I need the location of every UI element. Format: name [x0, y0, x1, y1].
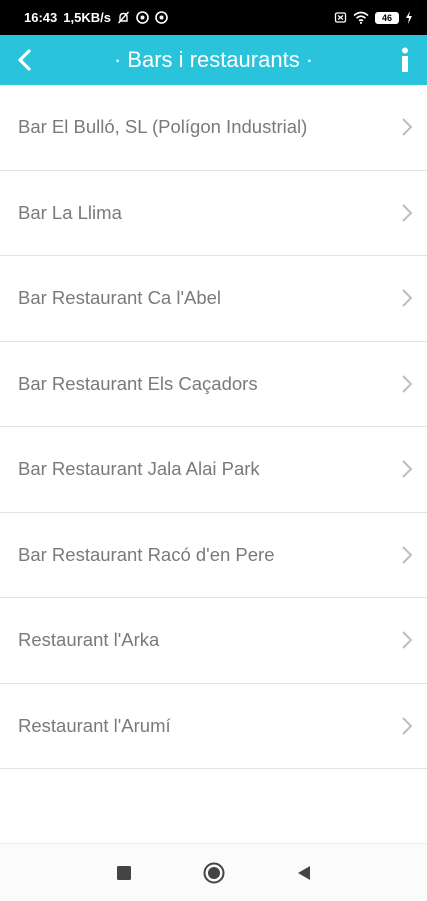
battery-icon: 46 — [375, 11, 399, 24]
notification-app-icon-2 — [155, 11, 168, 24]
restaurant-list: Bar El Bulló, SL (Polígon Industrial) Ba… — [0, 85, 427, 769]
system-nav-bar — [0, 843, 427, 901]
chevron-right-icon — [401, 545, 415, 565]
list-item[interactable]: Bar Restaurant Els Caçadors — [0, 342, 427, 427]
chevron-right-icon — [401, 203, 415, 223]
chevron-right-icon — [401, 374, 415, 394]
square-icon — [116, 865, 131, 880]
back-button[interactable] — [6, 35, 42, 85]
list-item-label: Bar Restaurant Racó d'en Pere — [18, 543, 275, 565]
list-item[interactable]: Bar Restaurant Ca l'Abel — [0, 256, 427, 342]
list-item[interactable]: Restaurant l'Arumí — [0, 684, 427, 769]
list-item-label: Bar Restaurant Ca l'Abel — [18, 287, 222, 309]
status-right: 46 — [334, 11, 413, 24]
chevron-left-icon — [18, 49, 31, 71]
list-item[interactable]: Bar Restaurant Jala Alai Park — [0, 427, 427, 513]
charging-icon — [405, 11, 413, 24]
chevron-right-icon — [401, 117, 415, 137]
sim-card-icon — [334, 11, 347, 24]
page-title: · Bars i restaurants · — [113, 47, 314, 72]
recents-button[interactable] — [109, 858, 139, 888]
list-item-label: Restaurant l'Arumí — [18, 714, 171, 736]
muted-bell-icon — [117, 11, 130, 24]
chevron-right-icon — [401, 716, 415, 736]
chevron-right-icon — [401, 288, 415, 308]
back-nav-button[interactable] — [289, 858, 319, 888]
info-button[interactable] — [393, 35, 417, 85]
wifi-icon — [353, 11, 369, 24]
notification-app-icon — [136, 11, 149, 24]
list-item[interactable]: Bar La Llima — [0, 171, 427, 256]
list-item-label: Bar Restaurant Jala Alai Park — [18, 458, 260, 480]
circle-icon — [203, 862, 224, 883]
status-left: 16:43 1,5KB/s — [24, 10, 168, 25]
info-icon — [402, 47, 408, 72]
list-item-label: Bar Restaurant Els Caçadors — [18, 372, 258, 394]
list-item[interactable]: Bar Restaurant Racó d'en Pere — [0, 513, 427, 598]
list-item-label: Bar El Bulló, SL (Polígon Industrial) — [18, 116, 308, 138]
list-item[interactable]: Restaurant l'Arka — [0, 598, 427, 684]
list-item-label: Bar La Llima — [18, 201, 122, 223]
status-time: 16:43 — [24, 10, 58, 25]
status-network-speed: 1,5KB/s — [63, 10, 111, 25]
status-bar: 16:43 1,5KB/s 46 — [0, 0, 427, 35]
list-item-label: Restaurant l'Arka — [18, 629, 160, 651]
home-button[interactable] — [199, 858, 229, 888]
list-item[interactable]: Bar El Bulló, SL (Polígon Industrial) — [0, 85, 427, 171]
chevron-right-icon — [401, 630, 415, 650]
app-bar: · Bars i restaurants · — [0, 35, 427, 85]
triangle-back-icon — [297, 865, 310, 880]
chevron-right-icon — [401, 459, 415, 479]
